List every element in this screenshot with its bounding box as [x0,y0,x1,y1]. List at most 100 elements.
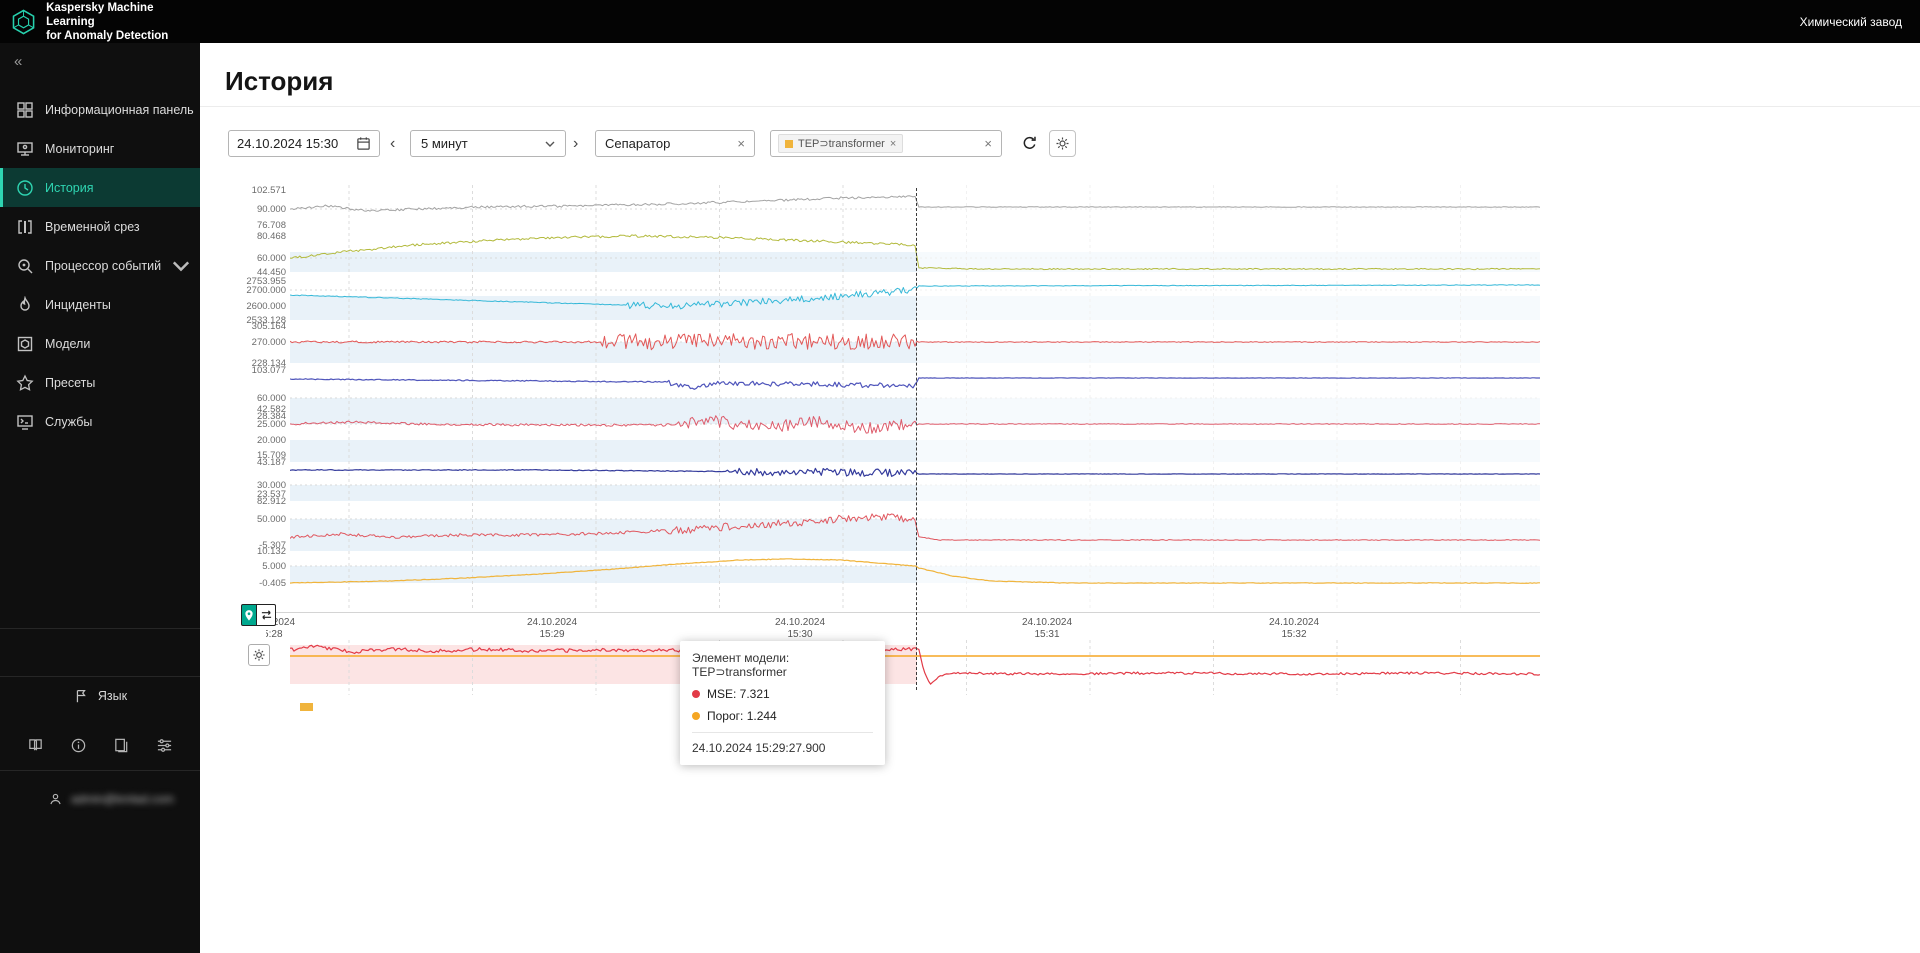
y-axis-tick: 15.709 [256,450,286,461]
mse-chart[interactable] [290,640,1540,695]
org-selector[interactable]: Химический завод [1800,0,1902,43]
model-color-swatch [785,139,793,148]
next-interval-button[interactable]: › [573,130,578,157]
user-account[interactable]: admin@kmlad.com [0,783,200,815]
sidebar-item-label: Модели [45,336,91,351]
sidebar-collapse-button[interactable]: « [14,53,22,70]
sidebar-item-models[interactable]: Модели [0,324,200,363]
tooltip-mse: MSE: 7.321 [707,687,770,701]
sidebar-item-event-processor[interactable]: Процессор событий [0,246,200,285]
sidebar-item-history[interactable]: История [0,168,200,207]
y-axis-tick: 270.000 [251,337,286,348]
top-bar: Kaspersky Machine Learning for Anomaly D… [0,0,1920,43]
page-title: История [225,66,334,96]
sidebar-item-time-slice[interactable]: Временной срез [0,207,200,246]
tag-filter-clear-button[interactable]: × [737,136,745,151]
calendar-icon [357,137,370,150]
y-axis-tick: 228.134 [251,358,286,369]
refresh-icon [1023,136,1036,149]
tag-filter[interactable]: Сепаратор × [595,130,755,157]
history-chart[interactable] [290,185,1540,610]
y-axis-tick: 82.912 [256,496,286,507]
services-terminal-icon [17,414,33,430]
tag-filter-value: Сепаратор [605,136,671,151]
presets-star-icon [16,374,34,391]
monitoring-icon [17,141,33,156]
gear-icon [253,649,265,661]
y-axis-tick: 102.571 [251,185,286,196]
history-clock-icon [17,179,33,196]
info-icon[interactable] [70,737,87,754]
x-axis-tick: 24.10.2024 15:31 [1021,617,1073,640]
x-axis-line [266,612,1540,613]
y-axis-tick: -0.405 [259,578,286,589]
datetime-picker[interactable]: 24.10.2024 15:30 [228,130,380,157]
y-axis-tick: 2600.000 [246,301,286,312]
y-axis-tick: 28.384 [256,411,286,422]
sidebar-item-label: История [45,180,94,195]
sidebar-item-label: Информационная панель [45,102,194,117]
chart-tooltip: Элемент модели: TEP⊃transformer MSE: 7.3… [680,641,885,765]
settings-sliders-icon[interactable] [156,737,173,754]
help-book-icon[interactable] [27,737,44,754]
tooltip-threshold: Порог: 1.244 [707,709,777,723]
y-axis-tick: 30.000 [256,480,286,491]
prev-interval-button[interactable]: ‹ [390,130,395,157]
x-axis-tick: 24.10.2024 15:30 [774,617,826,640]
sidebar-divider [0,628,200,629]
legend-model-swatch[interactable] [300,703,313,711]
mse-dot-icon [692,690,700,698]
sidebar-item-incidents[interactable]: Инциденты [0,285,200,324]
mse-settings-button[interactable] [248,644,270,666]
interval-value: 5 минут [421,136,468,151]
tooltip-divider [692,732,873,733]
pin-mode-button[interactable] [241,604,257,626]
sidebar-item-services[interactable]: Службы [0,402,200,441]
y-axis-tick: 43.187 [256,457,286,468]
user-email: admin@kmlad.com [71,792,174,806]
threshold-dot-icon [692,712,700,720]
model-chip-remove-button[interactable]: × [890,138,896,150]
sidebar-item-presets[interactable]: Пресеты [0,363,200,402]
reports-icon[interactable] [113,737,130,754]
y-axis-tick: -5.307 [259,540,286,551]
model-filter[interactable]: TEP⊃transformer × × [770,130,1002,157]
y-axis-tick: 5.000 [262,561,286,572]
time-slice-icon [18,219,32,234]
models-icon [17,336,33,351]
sidebar-item-monitoring[interactable]: Мониторинг [0,129,200,168]
y-axis-tick: 10.132 [256,546,286,557]
model-chip-label: TEP⊃transformer [798,138,885,150]
y-axis-tick: 80.468 [256,231,286,242]
y-axis-tick: 23.537 [256,489,286,500]
incidents-flame-icon [20,295,30,311]
sidebar-item-label: Инциденты [45,297,111,312]
swap-arrows-icon [261,610,271,620]
swap-axes-button[interactable] [257,604,276,626]
y-axis-tick: 2753.955 [246,276,286,287]
dashboard-icon [17,101,33,118]
refresh-button[interactable] [1016,130,1043,157]
x-axis-tick: 24.10.2024 15:29 [526,617,578,640]
sidebar-divider [0,676,200,677]
sidebar-item-dashboard[interactable]: Информационная панель [0,90,200,129]
y-axis-tick: 60.000 [256,393,286,404]
model-filter-clear-button[interactable]: × [984,136,1001,151]
interval-select[interactable]: 5 минут [410,130,566,157]
y-axis-tick: 2533.128 [246,315,286,326]
sidebar-item-label: Процессор событий [45,258,162,273]
language-flag-icon [76,690,86,703]
sidebar-divider [0,770,200,771]
kaspersky-logo [12,9,35,34]
app-logo-area: Kaspersky Machine Learning for Anomaly D… [0,1,200,43]
y-axis-tick: 76.708 [256,220,286,231]
datetime-value: 24.10.2024 15:30 [237,136,339,151]
header-divider [200,106,1920,107]
sidebar-item-label: Пресеты [45,375,96,390]
tooltip-title: Элемент модели: TEP⊃transformer [692,651,790,679]
model-chip[interactable]: TEP⊃transformer × [778,134,904,153]
y-axis-tick: 25.000 [256,419,286,430]
language-selector[interactable]: Язык [0,674,200,718]
sidebar-item-label: Мониторинг [45,141,115,156]
chart-settings-button[interactable] [1049,130,1076,157]
